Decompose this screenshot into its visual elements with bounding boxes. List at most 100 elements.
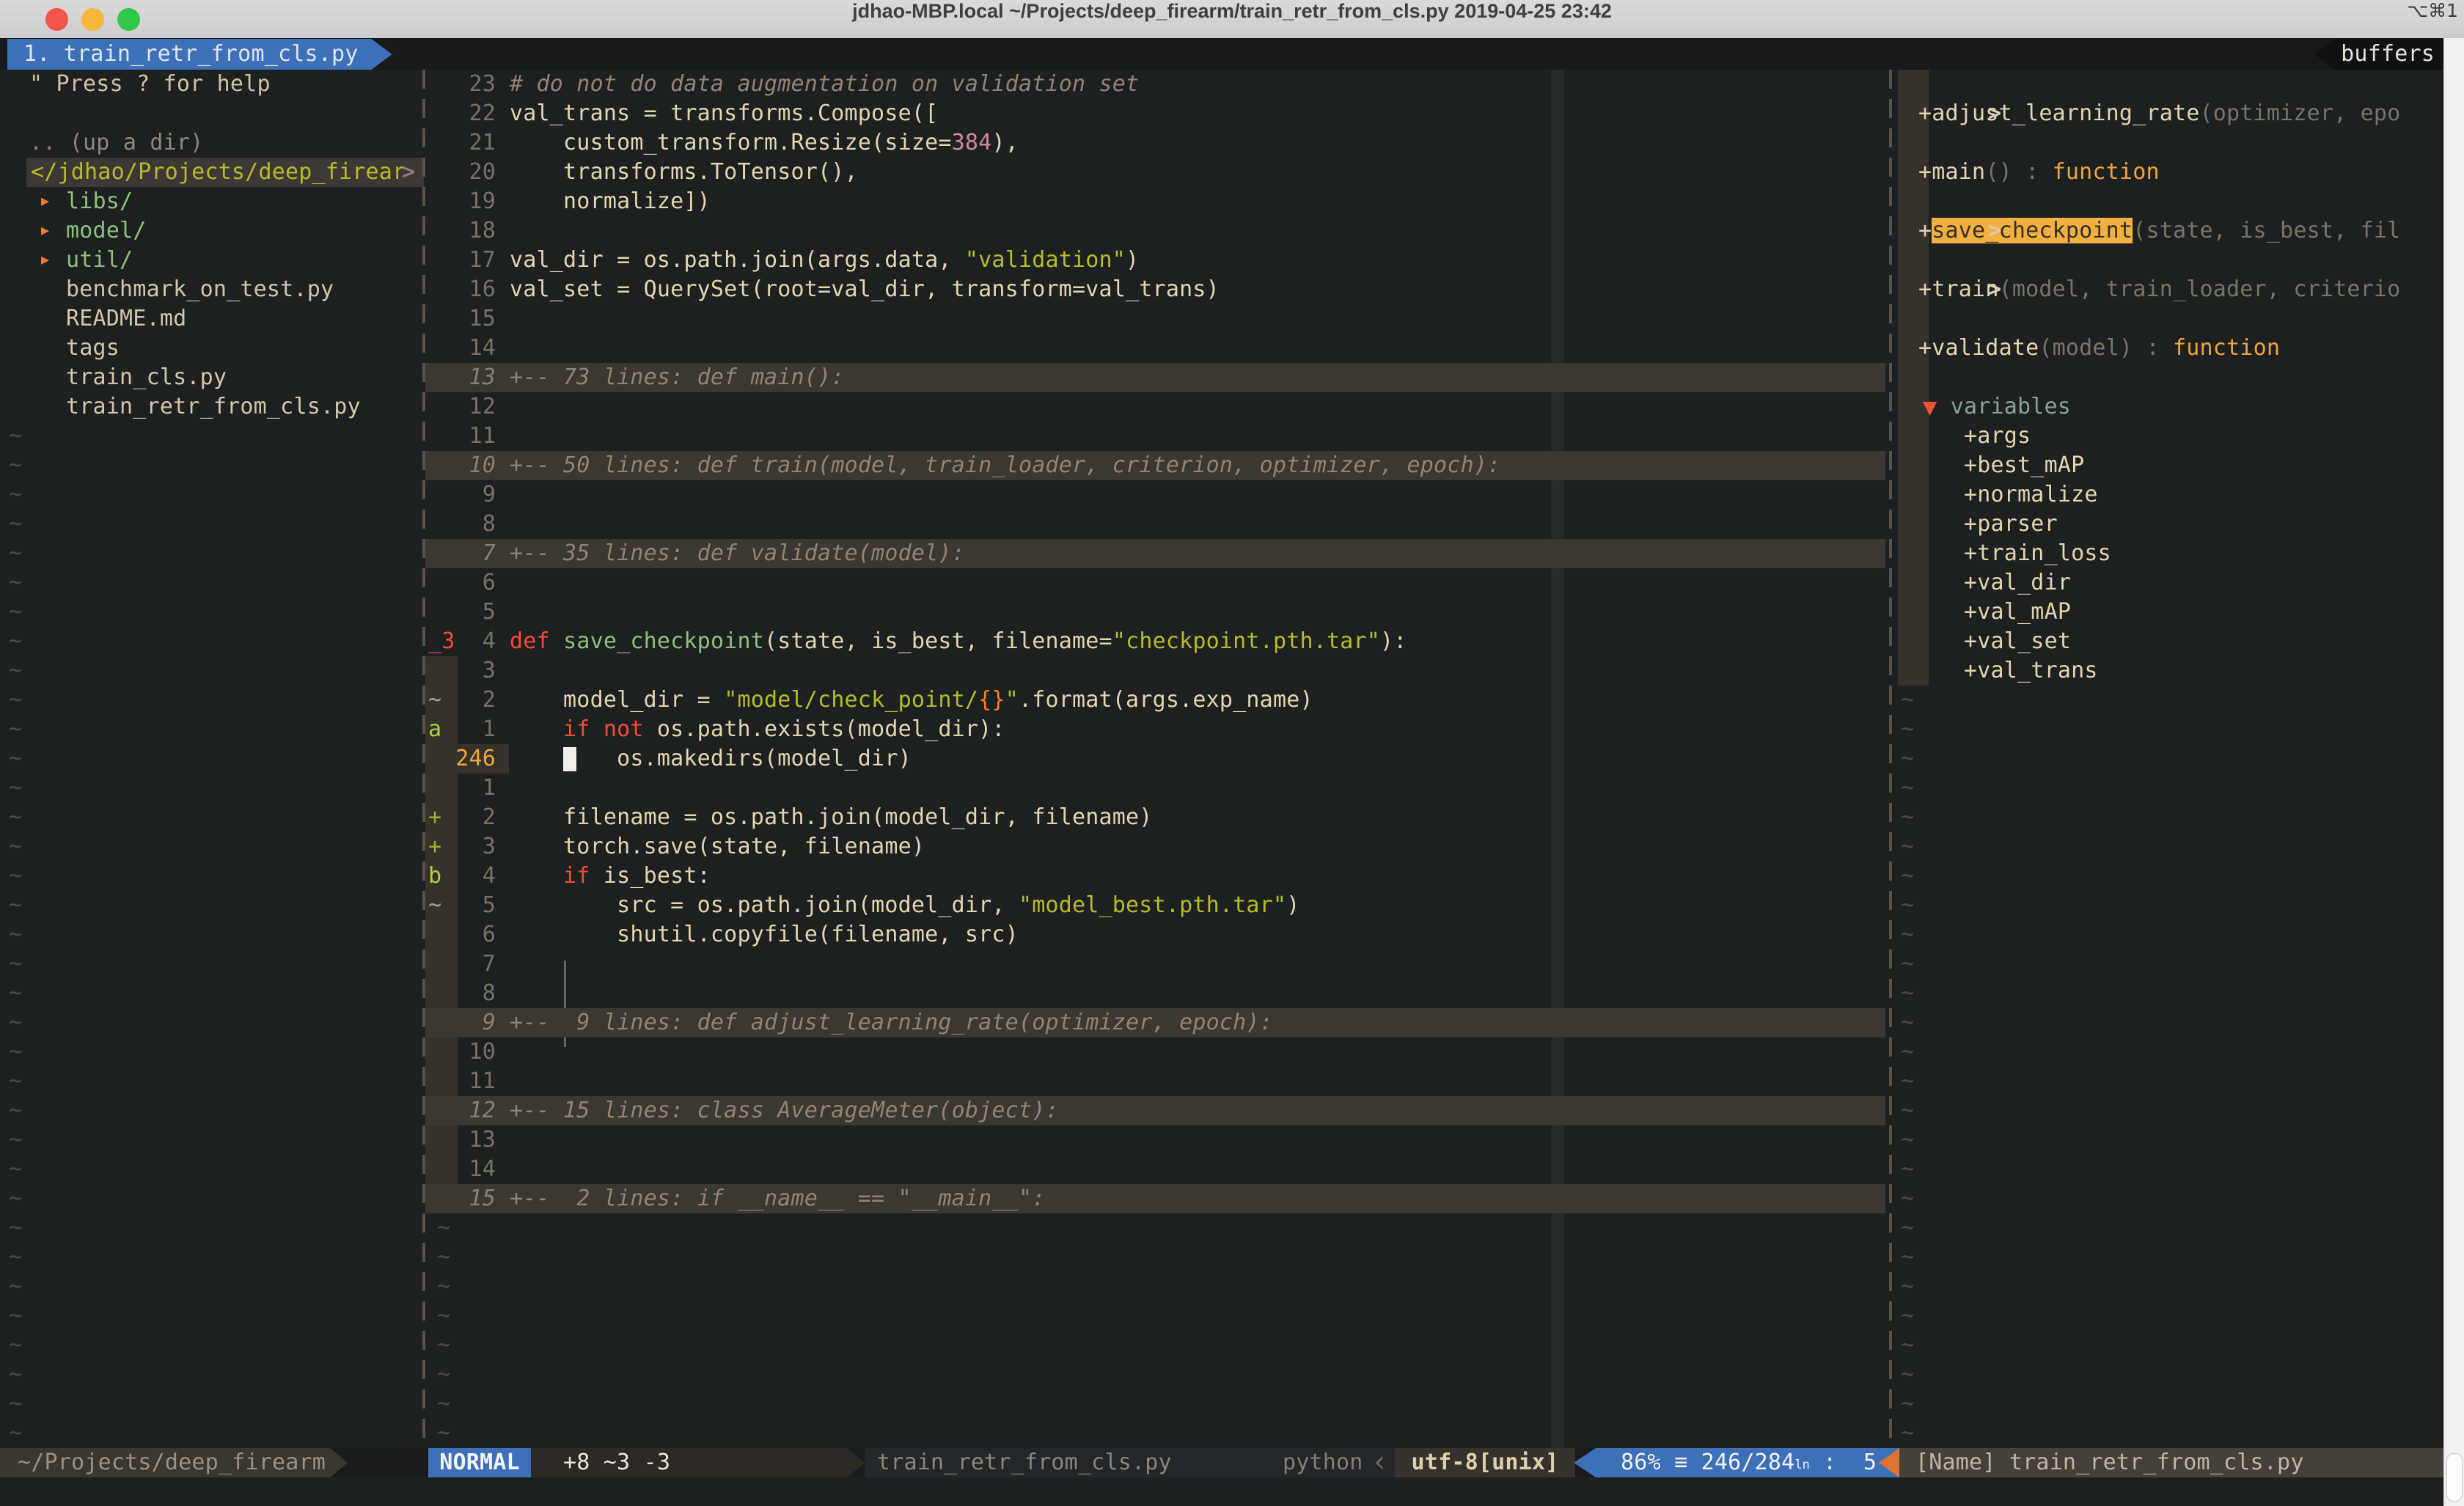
- code-line[interactable]: 7: [425, 949, 1885, 979]
- nerdtree-file-tags[interactable]: tags: [0, 334, 418, 363]
- buffers-label: buffers: [2341, 39, 2435, 70]
- folded-region[interactable]: 15+-- 2 lines: if __name__ == "__main__"…: [425, 1184, 1885, 1213]
- code-line[interactable]: +2 filename = os.path.join(model_dir, fi…: [425, 803, 1885, 832]
- filler-line: ~: [0, 1301, 418, 1331]
- thin-separator-icon: ‹: [1374, 1448, 1385, 1476]
- code-line[interactable]: 10: [425, 1037, 1885, 1067]
- code-line[interactable]: ~5 src = os.path.join(model_dir, "model_…: [425, 891, 1885, 920]
- code-line[interactable]: 11: [425, 1067, 1885, 1096]
- code-line[interactable]: 11: [425, 422, 1885, 451]
- code-line[interactable]: 19 normalize]): [425, 187, 1885, 216]
- code-line[interactable]: 16val_set = QuerySet(root=val_dir, trans…: [425, 275, 1885, 304]
- tagbar-item[interactable]: +normalize: [1964, 480, 2098, 510]
- filler-line: ~: [0, 422, 418, 451]
- code-line[interactable]: 23# do not do data augmentation on valid…: [425, 70, 1885, 99]
- code-line[interactable]: 17val_dir = os.path.join(args.data, "val…: [425, 246, 1885, 275]
- code-line[interactable]: 20 transforms.ToTensor(),: [425, 158, 1885, 187]
- scrollbar-thumb[interactable]: [2446, 1453, 2463, 1502]
- code-line[interactable]: 9: [425, 480, 1885, 510]
- nerdtree-file-train_retr_from_cls-py[interactable]: train_retr_from_cls.py: [0, 392, 418, 422]
- nerdtree-file-README-md[interactable]: README.md: [0, 304, 418, 334]
- filler-line: ~: [0, 862, 418, 891]
- folded-region[interactable]: 10+-- 50 lines: def train(model, train_l…: [425, 451, 1885, 480]
- tagbar-item[interactable]: +val_dir: [1964, 568, 2071, 598]
- tagbar-item[interactable]: +validate(model) : function: [1918, 334, 2280, 363]
- terminal-scrollbar[interactable]: [2443, 38, 2464, 1506]
- code-line[interactable]: 8: [425, 979, 1885, 1008]
- window-title: jdhao-MBP.local ~/Projects/deep_firearm/…: [0, 0, 2464, 38]
- encoding-segment: utf-8[unix]: [1395, 1448, 1575, 1477]
- window-separator-right[interactable]: [1889, 70, 1892, 1448]
- tagbar-item[interactable]: ▼ variables: [1923, 392, 2071, 422]
- nerdtree-dir-model[interactable]: ▸model/: [0, 216, 418, 246]
- filler-line: ~: [1901, 1243, 1914, 1272]
- buffers-indicator: buffers: [2314, 39, 2443, 70]
- code-line[interactable]: 246 os.makedirs(model_dir): [425, 744, 1885, 774]
- tagbar-statusline: [Name] train_retr_from_cls.py: [1899, 1448, 2443, 1477]
- tagbar-item[interactable]: +best_mAP: [1964, 451, 2084, 480]
- filler-line: ~: [1901, 1331, 1914, 1360]
- filler-line: ~: [0, 891, 418, 920]
- truncation-icon: >: [1988, 275, 2001, 304]
- folded-region[interactable]: 13+-- 73 lines: def main():: [425, 363, 1885, 392]
- nerdtree-up-dir[interactable]: .. (up a dir): [0, 128, 418, 158]
- code-line[interactable]: 14: [425, 334, 1885, 363]
- code-line[interactable]: a1 if not os.path.exists(model_dir):: [425, 715, 1885, 744]
- filler-line: ~: [1901, 1096, 1914, 1125]
- powerline-arrow-icon: [330, 1448, 348, 1477]
- code-line[interactable]: 12: [425, 392, 1885, 422]
- filler-line: ~: [0, 1037, 418, 1067]
- filler-line: ~: [1901, 1213, 1914, 1243]
- code-line[interactable]: 8: [425, 510, 1885, 539]
- code-line[interactable]: 13: [425, 1125, 1885, 1155]
- tagbar-item[interactable]: +parser: [1964, 510, 2058, 539]
- code-line[interactable]: +3 torch.save(state, filename): [425, 832, 1885, 862]
- nerdtree-dir-libs[interactable]: ▸libs/: [0, 187, 418, 216]
- powerline-arrow-icon: [1574, 1448, 1596, 1477]
- filler-line: ~: [1901, 862, 1914, 891]
- filler-line: ~: [1901, 832, 1914, 862]
- nerdtree-file-benchmark_on_test-py[interactable]: benchmark_on_test.py: [0, 275, 418, 304]
- code-line[interactable]: 22val_trans = transforms.Compose([: [425, 99, 1885, 128]
- tagbar-item[interactable]: +main() : function: [1918, 158, 2160, 187]
- code-line[interactable]: b4 if is_best:: [425, 862, 1885, 891]
- code-line[interactable]: 3: [425, 656, 1885, 686]
- code-line[interactable]: ~2 model_dir = "model/check_point/{}".fo…: [425, 686, 1885, 715]
- tagbar-item[interactable]: +val_mAP: [1964, 598, 2071, 627]
- code-line[interactable]: 6: [425, 568, 1885, 598]
- filler-line: ~: [425, 1243, 1885, 1272]
- tagbar-item[interactable]: +args: [1964, 422, 2031, 451]
- tagbar-item[interactable]: +train_loss: [1964, 539, 2111, 568]
- code-line[interactable]: 15: [425, 304, 1885, 334]
- code-line[interactable]: _34def save_checkpoint(state, is_best, f…: [425, 627, 1885, 656]
- code-line[interactable]: 14: [425, 1155, 1885, 1184]
- filler-line: ~: [1901, 949, 1914, 979]
- powerline-arrow-icon: [847, 1448, 865, 1477]
- nerdtree-dir-util[interactable]: ▸util/: [0, 246, 418, 275]
- nerdtree-statusline-path: ~/Projects/deep_firearm: [0, 1448, 330, 1477]
- filler-line: ~: [0, 1184, 418, 1213]
- tagbar-item[interactable]: +val_trans: [1964, 656, 2098, 686]
- folded-region[interactable]: 12+-- 15 lines: class AverageMeter(objec…: [425, 1096, 1885, 1125]
- filler-line: ~: [425, 1419, 1885, 1448]
- code-line[interactable]: 1: [425, 774, 1885, 803]
- tab-train-retr-from-cls[interactable]: 1. train_retr_from_cls.py: [7, 39, 392, 70]
- filler-line: ~: [1901, 1037, 1914, 1067]
- code-line[interactable]: 5: [425, 598, 1885, 627]
- code-line[interactable]: 18: [425, 216, 1885, 246]
- truncation-icon: >: [1988, 216, 2001, 246]
- nerdtree-root[interactable]: </jdhao/Projects/deep_firear>: [0, 158, 418, 187]
- folded-region[interactable]: 7+-- 35 lines: def validate(model):: [425, 539, 1885, 568]
- code-line[interactable]: 21 custom_transform.Resize(size=384),: [425, 128, 1885, 158]
- folder-collapsed-icon[interactable]: ▸: [41, 187, 49, 216]
- folder-collapsed-icon[interactable]: ▸: [41, 216, 49, 246]
- filler-line: ~: [0, 715, 418, 744]
- folded-region[interactable]: 9+-- 9 lines: def adjust_learning_rate(o…: [425, 1008, 1885, 1037]
- folder-collapsed-icon[interactable]: ▸: [41, 246, 49, 275]
- filler-line: ~: [1901, 1272, 1914, 1301]
- filler-line: ~: [0, 1213, 418, 1243]
- nerdtree-file-train_cls-py[interactable]: train_cls.py: [0, 363, 418, 392]
- filler-line: ~: [0, 539, 418, 568]
- code-line[interactable]: 6 shutil.copyfile(filename, src): [425, 920, 1885, 949]
- tagbar-item[interactable]: +val_set: [1964, 627, 2071, 656]
